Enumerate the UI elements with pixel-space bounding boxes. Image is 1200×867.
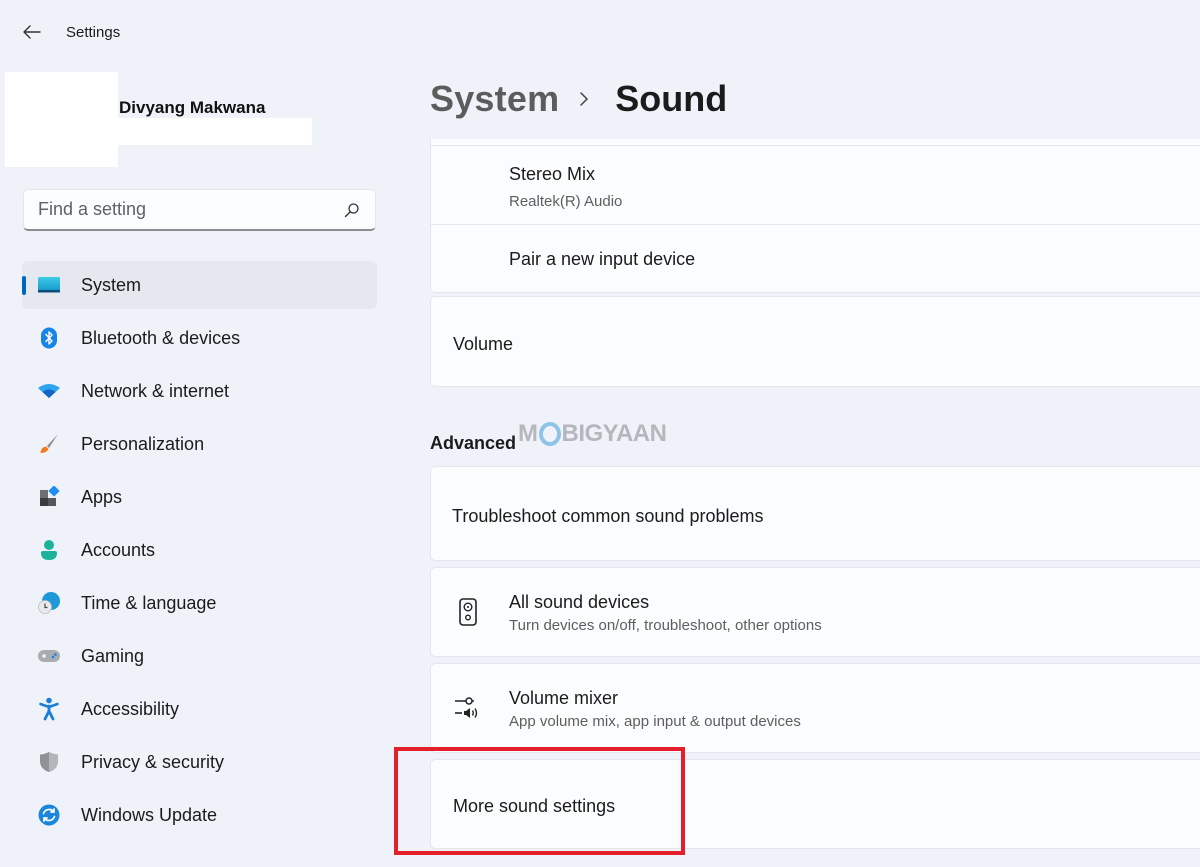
app-title: Settings xyxy=(66,24,121,41)
back-button[interactable] xyxy=(18,20,46,44)
sidebar-item-network[interactable]: Network & internet xyxy=(22,367,377,415)
watermark-o xyxy=(538,422,561,446)
bluetooth-icon xyxy=(37,326,61,350)
search-box[interactable] xyxy=(23,189,376,231)
sidebar-item-privacy[interactable]: Privacy & security xyxy=(22,738,377,786)
sidebar-item-bluetooth[interactable]: Bluetooth & devices xyxy=(22,314,377,362)
sidebar-item-label: Bluetooth & devices xyxy=(81,327,241,348)
search-icon[interactable] xyxy=(343,201,361,219)
user-email-redacted xyxy=(118,118,312,145)
watermark-text-right: BIGYAAN xyxy=(561,420,667,447)
volume-mixer-icon xyxy=(453,693,483,723)
input-devices-card: Stereo Mix Realtek(R) Audio Pair a new i… xyxy=(430,139,1200,293)
section-heading-advanced: Advanced xyxy=(430,433,517,453)
troubleshoot-label: Troubleshoot common sound problems xyxy=(452,506,764,526)
sidebar-nav: System Bluetooth & devices Network & int… xyxy=(22,261,377,844)
system-monitor-icon xyxy=(37,273,61,297)
shield-icon xyxy=(37,750,61,774)
page-title: Sound xyxy=(615,78,728,119)
sidebar-item-accessibility[interactable]: Accessibility xyxy=(22,685,377,733)
troubleshoot-card[interactable]: Troubleshoot common sound problems xyxy=(430,466,1200,561)
sidebar-item-label: System xyxy=(81,274,142,295)
globe-clock-icon xyxy=(37,591,61,615)
update-sync-icon xyxy=(37,803,61,827)
sidebar-item-label: Network & internet xyxy=(81,380,230,401)
volume-card[interactable]: Volume xyxy=(430,296,1200,387)
device-name: Stereo Mix xyxy=(509,164,596,184)
device-driver: Realtek(R) Audio xyxy=(509,193,623,210)
sidebar-item-system[interactable]: System xyxy=(22,261,377,309)
pair-input-device-row[interactable]: Pair a new input device xyxy=(431,225,1200,291)
sidebar-item-personalization[interactable]: Personalization xyxy=(22,420,377,468)
pair-input-device-label: Pair a new input device xyxy=(509,249,696,269)
sidebar-item-label: Personalization xyxy=(81,433,205,454)
wifi-icon xyxy=(37,379,61,403)
sidebar-item-accounts[interactable]: Accounts xyxy=(22,526,377,574)
volume-mixer-card[interactable]: Volume mixer App volume mix, app input &… xyxy=(430,663,1200,753)
sidebar-item-label: Accessibility xyxy=(81,698,180,719)
chevron-right-icon xyxy=(579,89,593,109)
person-icon xyxy=(37,538,61,562)
paintbrush-icon xyxy=(37,432,61,456)
breadcrumb: System Sound xyxy=(430,78,727,120)
more-sound-settings-card[interactable]: More sound settings xyxy=(430,759,1200,849)
title-bar: Settings xyxy=(0,0,400,64)
all-sound-devices-card[interactable]: All sound devices Turn devices on/off, t… xyxy=(430,567,1200,657)
sidebar-item-gaming[interactable]: Gaming xyxy=(22,632,377,680)
sidebar-item-label: Windows Update xyxy=(81,804,218,825)
input-device-row[interactable]: Stereo Mix Realtek(R) Audio xyxy=(431,147,1200,225)
divider xyxy=(431,139,1200,146)
active-indicator xyxy=(22,276,26,295)
sidebar-item-label: Accounts xyxy=(81,539,156,560)
volume-label: Volume xyxy=(453,334,514,354)
apps-icon xyxy=(37,485,61,509)
volume-mixer-subtitle: App volume mix, app input & output devic… xyxy=(509,713,801,730)
watermark-logo: M BIGYAAN xyxy=(518,420,667,448)
sidebar-item-time-language[interactable]: Time & language xyxy=(22,579,377,627)
all-sound-devices-subtitle: Turn devices on/off, troubleshoot, other… xyxy=(509,617,822,634)
all-sound-devices-title: All sound devices xyxy=(509,592,650,612)
arrow-left-icon xyxy=(23,25,41,39)
search-input[interactable] xyxy=(38,199,343,220)
speaker-icon xyxy=(453,597,483,627)
more-sound-settings-label: More sound settings xyxy=(453,796,616,816)
sidebar-item-label: Gaming xyxy=(81,645,145,666)
accessibility-icon xyxy=(37,697,61,721)
user-name: Divyang Makwana xyxy=(119,98,266,117)
breadcrumb-parent-link[interactable]: System xyxy=(430,78,559,120)
watermark-text-left: M xyxy=(518,420,538,447)
volume-mixer-title: Volume mixer xyxy=(509,688,619,708)
avatar[interactable] xyxy=(5,72,118,167)
gamepad-icon xyxy=(37,644,61,668)
sidebar-item-label: Time & language xyxy=(81,592,217,613)
sidebar-item-windows-update[interactable]: Windows Update xyxy=(22,791,377,839)
sidebar-item-apps[interactable]: Apps xyxy=(22,473,377,521)
sidebar-item-label: Privacy & security xyxy=(81,751,225,772)
sidebar-item-label: Apps xyxy=(81,486,123,507)
